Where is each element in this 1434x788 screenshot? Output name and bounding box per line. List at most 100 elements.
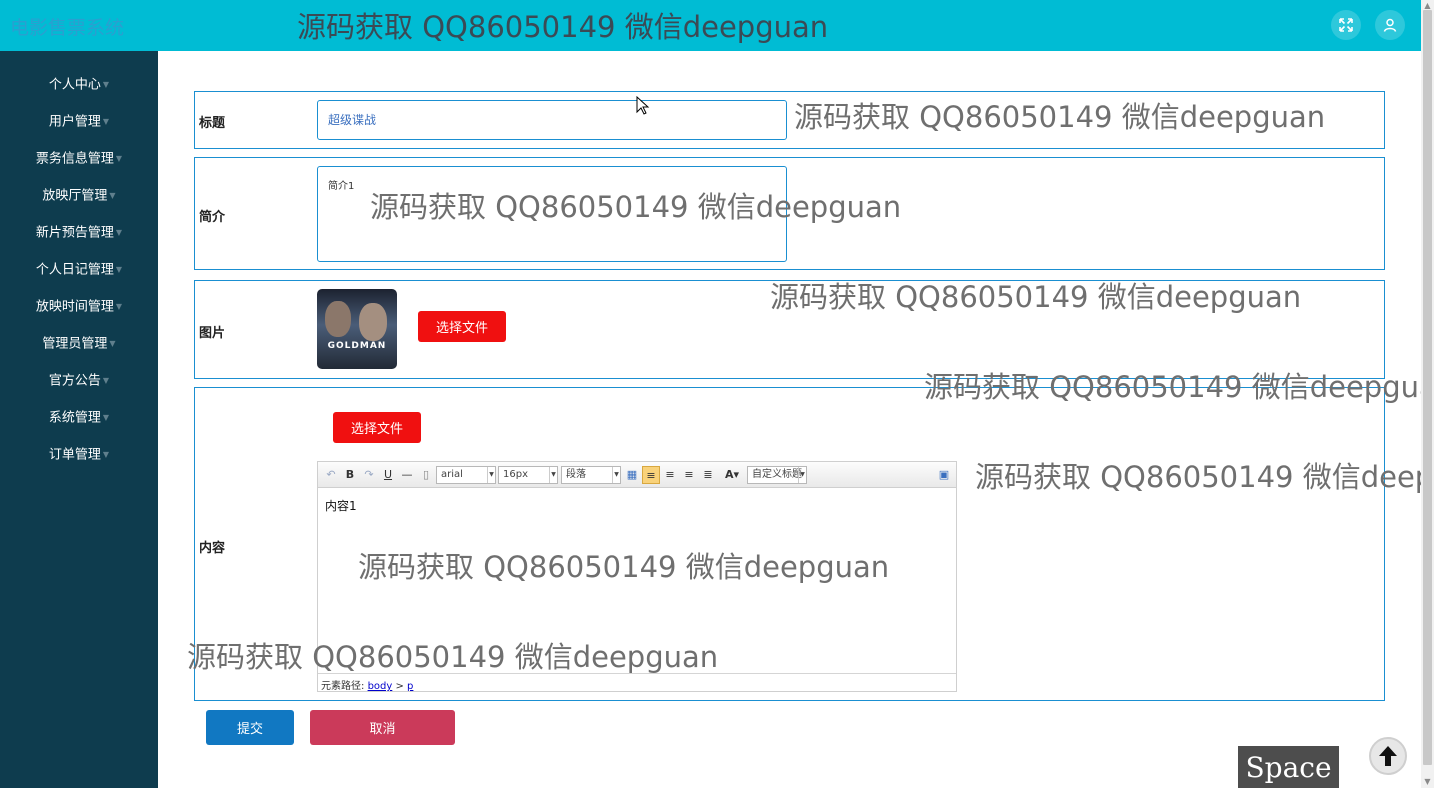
horizontal-rule-icon[interactable]: — [399, 466, 415, 484]
font-size-select[interactable]: 16px ▼ [498, 466, 558, 484]
sidebar-item-label: 个人日记管理 [35, 262, 114, 278]
scroll-down-arrow-icon[interactable]: ▼ [1421, 776, 1434, 788]
title-input[interactable]: 超级谍战 [317, 100, 787, 140]
paragraph-select[interactable]: 段落 ▼ [561, 466, 621, 484]
choose-file-label: 选择文件 [350, 422, 403, 437]
content-label: 内容 [199, 541, 226, 556]
watermark-text: 源码获取 QQ86050149 微信deepguan [358, 550, 890, 584]
user-button[interactable] [1375, 10, 1405, 40]
mouse-cursor-icon [636, 96, 650, 115]
title-label: 标题 [199, 116, 226, 131]
sidebar-item-showtimes[interactable]: 放映时间管理 ▼ [0, 295, 158, 319]
cancel-button[interactable]: 取消 [310, 710, 455, 745]
align-justify-icon[interactable]: ≣ [700, 466, 716, 484]
underline-icon[interactable]: U [380, 466, 396, 484]
choose-content-file-button[interactable]: 选择文件 [333, 412, 421, 443]
sidebar-item-tickets[interactable]: 票务信息管理 ▼ [0, 147, 158, 171]
font-family-select[interactable]: arial ▼ [436, 466, 496, 484]
sidebar-item-trailers[interactable]: 新片预告管理 ▼ [0, 221, 158, 245]
dropdown-arrow-icon: ▼ [487, 467, 495, 483]
sidebar-item-announcements[interactable]: 官方公告 ▼ [0, 369, 158, 393]
sidebar-item-label: 放映时间管理 [35, 299, 114, 315]
font-family-value: arial [441, 469, 463, 480]
font-size-value: 16px [503, 469, 528, 480]
fullscreen-icon [1339, 18, 1353, 32]
cancel-label: 取消 [369, 722, 396, 737]
caret-down-icon: ▼ [102, 80, 110, 89]
caret-down-icon: ▼ [109, 191, 116, 200]
sidebar-item-diary[interactable]: 个人日记管理 ▼ [0, 258, 158, 282]
editor-content-text: 内容1 [325, 499, 357, 513]
bold-icon[interactable]: B [342, 466, 358, 484]
sidebar-item-orders[interactable]: 订单管理 ▼ [0, 443, 158, 467]
document-icon[interactable]: ▯ [418, 466, 434, 484]
poster-figure [359, 303, 387, 341]
sidebar-item-label: 官方公告 [48, 373, 101, 389]
page-scrollbar[interactable]: ▲ ▼ [1421, 0, 1434, 788]
watermark-text: 源码获取 QQ86050149 微信deepguan [770, 280, 1302, 314]
user-icon [1383, 18, 1397, 32]
sidebar-item-label: 个人中心 [48, 77, 101, 93]
font-color-icon[interactable]: A▾ [722, 466, 742, 484]
custom-title-select[interactable]: 自定义标题 ▼ [747, 466, 807, 484]
table-icon[interactable]: ▦ [624, 466, 640, 484]
title-input-value: 超级谍战 [328, 113, 377, 127]
choose-image-file-button[interactable]: 选择文件 [418, 311, 506, 342]
sidebar-item-personal-center[interactable]: 个人中心 ▼ [0, 73, 158, 97]
watermark-text: 源码获取 QQ86050149 微信deepguan [794, 100, 1326, 134]
watermark-text: 源码获取 QQ86050149 微信deepguan [975, 460, 1421, 494]
caret-down-icon: ▼ [115, 154, 123, 163]
caret-down-icon: ▼ [102, 413, 110, 422]
image-label: 图片 [199, 326, 226, 341]
undo-icon[interactable]: ↶ [323, 466, 339, 484]
poster-thumbnail: GOLDMAN [317, 289, 397, 369]
redo-icon[interactable]: ↷ [361, 466, 377, 484]
sidebar-item-system[interactable]: 系统管理 ▼ [0, 406, 158, 430]
watermark-text: 源码获取 QQ86050149 微信deepguan [187, 640, 719, 674]
fullscreen-button[interactable] [1331, 10, 1361, 40]
watermark-text: 源码获取 QQ86050149 微信deepguan [924, 370, 1421, 404]
intro-textarea-value: 简介1 [328, 181, 355, 192]
scrollbar-thumb[interactable] [1423, 10, 1432, 765]
sidebar-item-label: 系统管理 [48, 410, 101, 426]
sidebar-item-label: 用户管理 [48, 114, 101, 130]
fullscreen-editor-icon[interactable]: ▣ [936, 466, 952, 484]
element-path-separator: > [392, 681, 408, 692]
sidebar: 个人中心 ▼ 用户管理 ▼ 票务信息管理 ▼ 放映厅管理 ▼ 新片预告管理 ▼ 个人日记管… [0, 51, 158, 788]
align-right-icon[interactable]: ≡ [681, 466, 697, 484]
element-path-p-link[interactable]: p [407, 681, 413, 692]
sidebar-item-users[interactable]: 用户管理 ▼ [0, 110, 158, 134]
align-center-icon[interactable]: ≡ [662, 466, 678, 484]
align-left-icon[interactable]: ≡ [642, 466, 660, 484]
caret-down-icon: ▼ [115, 265, 123, 274]
dropdown-arrow-icon: ▼ [549, 467, 557, 483]
sidebar-item-admins[interactable]: 管理员管理 ▼ [0, 332, 158, 356]
watermark-text: 源码获取 QQ86050149 微信deepguan [297, 10, 829, 44]
sidebar-item-label: 订单管理 [48, 447, 101, 463]
element-path-body-link[interactable]: body [368, 681, 393, 692]
sidebar-item-halls[interactable]: 放映厅管理 ▼ [0, 184, 158, 208]
arrow-up-icon [1379, 746, 1397, 766]
dropdown-arrow-icon: ▼ [612, 467, 620, 483]
caret-down-icon: ▼ [102, 376, 110, 385]
space-key-badge: Space [1238, 746, 1339, 788]
back-to-top-button[interactable] [1369, 737, 1407, 775]
paragraph-value: 段落 [566, 469, 586, 480]
caret-down-icon: ▼ [115, 302, 123, 311]
submit-button[interactable]: 提交 [206, 710, 294, 745]
editor-toolbar: ↶ B ↷ U — ▯ arial ▼ 16px ▼ 段落 ▼ ▦ ≡ ≡ ≡ ≣ A… [318, 462, 956, 488]
caret-down-icon: ▼ [102, 450, 110, 459]
submit-label: 提交 [236, 722, 263, 737]
sidebar-item-label: 新片预告管理 [35, 225, 114, 241]
caret-down-icon: ▼ [115, 228, 123, 237]
sidebar-item-label: 管理员管理 [42, 336, 108, 352]
element-path-label: 元素路径: [321, 681, 365, 692]
dropdown-arrow-icon: ▼ [798, 467, 806, 483]
choose-file-label: 选择文件 [435, 321, 488, 336]
caret-down-icon: ▼ [102, 117, 110, 126]
poster-title: GOLDMAN [327, 341, 387, 351]
intro-label: 简介 [199, 210, 226, 225]
app-title: 电影售票系统 [10, 17, 125, 39]
sidebar-item-label: 票务信息管理 [35, 151, 114, 167]
watermark-text: 源码获取 QQ86050149 微信deepguan [370, 190, 902, 224]
